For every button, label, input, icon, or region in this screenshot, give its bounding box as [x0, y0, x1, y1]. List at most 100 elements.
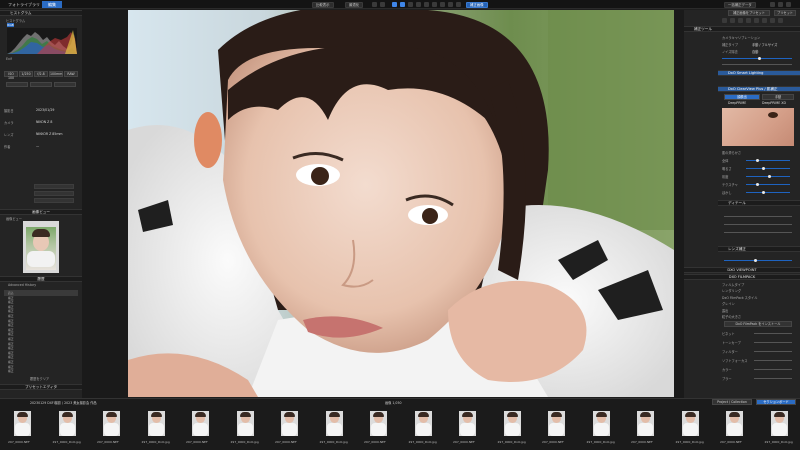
- viewpoint-header[interactable]: DXO VIEWPOINT: [684, 267, 800, 273]
- tone-row-slider[interactable]: [754, 369, 792, 371]
- horizon-icon[interactable]: [432, 2, 437, 7]
- intensity-slider-knob[interactable]: [758, 57, 761, 60]
- tone-row-label[interactable]: フィルター: [722, 349, 738, 354]
- history-selected-row[interactable]: [4, 290, 78, 296]
- history-item[interactable]: 補正: [8, 314, 14, 318]
- tone-row-label[interactable]: ビネット: [722, 331, 735, 336]
- effects-icon[interactable]: [754, 18, 759, 23]
- next-image-button[interactable]: [54, 82, 76, 87]
- aperture-button[interactable]: f/2.8: [34, 71, 48, 77]
- light-icon[interactable]: [722, 18, 727, 23]
- skin-slider[interactable]: [746, 160, 790, 162]
- filmpack-row-label[interactable]: 露出: [722, 308, 728, 313]
- filmstrip-thumbnail[interactable]: [281, 411, 298, 436]
- face-detect-toggle[interactable]: 顔検出: [724, 94, 760, 100]
- star-icon[interactable]: [762, 18, 767, 23]
- tone-row-slider[interactable]: [754, 360, 792, 362]
- gps-field-2[interactable]: [34, 191, 74, 196]
- detail-slider-2[interactable]: [724, 224, 792, 226]
- history-item[interactable]: 補正: [8, 346, 14, 350]
- main-photo[interactable]: [128, 10, 674, 397]
- filmstrip-thumbnail[interactable]: [325, 411, 343, 436]
- filmstrip-thumbnail[interactable]: [236, 411, 254, 436]
- hand-icon[interactable]: [392, 2, 397, 7]
- crop-icon[interactable]: [372, 2, 377, 7]
- filmstrip-thumbnail[interactable]: [58, 411, 76, 436]
- preset-button[interactable]: プリセット: [774, 10, 796, 16]
- clear-history-button[interactable]: 履歴をクリア: [30, 376, 49, 381]
- loupe-icon[interactable]: [448, 2, 453, 7]
- intensity-slider[interactable]: [722, 58, 792, 60]
- deepprime-xd-option[interactable]: DeepPRIME XD: [762, 101, 786, 105]
- skin-slider[interactable]: [746, 192, 790, 194]
- noise-value[interactable]: 自動: [752, 49, 758, 54]
- filmpack-header[interactable]: DXO FILMPACK: [684, 274, 800, 280]
- focal-button[interactable]: 100mm: [49, 71, 63, 77]
- red-eye-icon[interactable]: [424, 2, 429, 7]
- perspective-icon[interactable]: [440, 2, 445, 7]
- rgb-channel-button[interactable]: RGB: [7, 23, 14, 27]
- raw-button[interactable]: RAW: [64, 71, 78, 77]
- histogram-header[interactable]: ヒストグラム: [0, 10, 82, 16]
- history-item[interactable]: 補正: [8, 360, 14, 364]
- project-collection-button[interactable]: Project / Collection: [712, 399, 752, 405]
- history-item[interactable]: 補正: [8, 305, 14, 309]
- deepprime-option[interactable]: DeepPRIME: [728, 101, 746, 105]
- detail-header[interactable]: ディテール: [718, 200, 800, 206]
- filmstrip-thumbnail[interactable]: [14, 411, 31, 436]
- skin-slider-knob[interactable]: [762, 167, 765, 170]
- filmpack-row-label[interactable]: フィルムタイプ: [722, 282, 744, 287]
- tone-row-label[interactable]: ブラー: [722, 376, 732, 381]
- install-filmpack-button[interactable]: DxO FilmPack をインストール: [724, 321, 792, 327]
- wb-slider[interactable]: [722, 64, 792, 66]
- filmstrip-thumbnail[interactable]: [770, 411, 788, 436]
- clearview-header[interactable]: DxO ClearView Plus / 肌補正: [718, 86, 800, 92]
- filmstrip-thumbnail[interactable]: [503, 411, 521, 436]
- detail-slider-3[interactable]: [724, 232, 792, 234]
- tone-row-slider[interactable]: [754, 342, 792, 344]
- geometry-icon[interactable]: [746, 18, 751, 23]
- gear-icon[interactable]: [786, 2, 791, 7]
- rotate-icon[interactable]: [380, 2, 385, 7]
- screen-icon[interactable]: [778, 2, 783, 7]
- filmpack-row-label[interactable]: DxO FilmPack スタイル: [722, 295, 757, 300]
- lens-header[interactable]: レンズ補正: [718, 246, 800, 252]
- tone-row-slider[interactable]: [754, 333, 792, 335]
- history-item[interactable]: 補正: [8, 337, 14, 341]
- zoom-button[interactable]: [30, 82, 52, 87]
- filmstrip-thumbnail[interactable]: [592, 411, 610, 436]
- detail-slider-1[interactable]: [724, 216, 792, 218]
- optimize-button[interactable]: 最適化: [345, 1, 364, 8]
- history-item[interactable]: 補正: [8, 323, 14, 327]
- shutter-button[interactable]: 1/250: [19, 71, 33, 77]
- tone-row-slider[interactable]: [754, 378, 792, 380]
- tone-row-label[interactable]: トーンカーブ: [722, 340, 741, 345]
- history-item[interactable]: 補正: [8, 296, 14, 300]
- filmstrip-thumbnail[interactable]: [459, 411, 476, 436]
- navigator-thumbnail[interactable]: [23, 221, 59, 273]
- skin-preview[interactable]: [722, 108, 794, 146]
- smart-lighting-header[interactable]: DxO Smart Lighting: [718, 70, 800, 76]
- correction-tool-header[interactable]: 補正ツール: [684, 26, 800, 32]
- tone-row-label[interactable]: カラー: [722, 367, 732, 372]
- filmstrip-thumbnail[interactable]: [370, 411, 387, 436]
- iso-button[interactable]: ISO 100: [4, 71, 18, 80]
- prev-image-button[interactable]: [6, 82, 28, 87]
- history-item[interactable]: 補正: [8, 332, 14, 336]
- detail-icon[interactable]: [738, 18, 743, 23]
- filmstrip-thumbnail[interactable]: [637, 411, 654, 436]
- history-item[interactable]: 補正: [8, 328, 14, 332]
- tab-photo-library[interactable]: フォトライブラリ: [2, 1, 46, 8]
- tab-edit[interactable]: 編集: [42, 1, 62, 8]
- preset-from-image-button[interactable]: 補正画像をプリセット: [728, 10, 770, 16]
- skin-slider-knob[interactable]: [756, 159, 759, 162]
- filmpack-row-label[interactable]: 粒子の大きさ: [722, 314, 741, 319]
- tone-row-slider[interactable]: [754, 351, 792, 353]
- mask-icon[interactable]: [456, 2, 461, 7]
- batch-data-button[interactable]: 一括補正データ: [724, 1, 756, 8]
- manual-toggle[interactable]: 手動: [762, 94, 794, 100]
- history-item[interactable]: 補正: [8, 309, 14, 313]
- skin-slider-knob[interactable]: [768, 175, 771, 178]
- history-item[interactable]: 補正: [8, 369, 14, 373]
- filmstrip-thumbnail[interactable]: [192, 411, 209, 436]
